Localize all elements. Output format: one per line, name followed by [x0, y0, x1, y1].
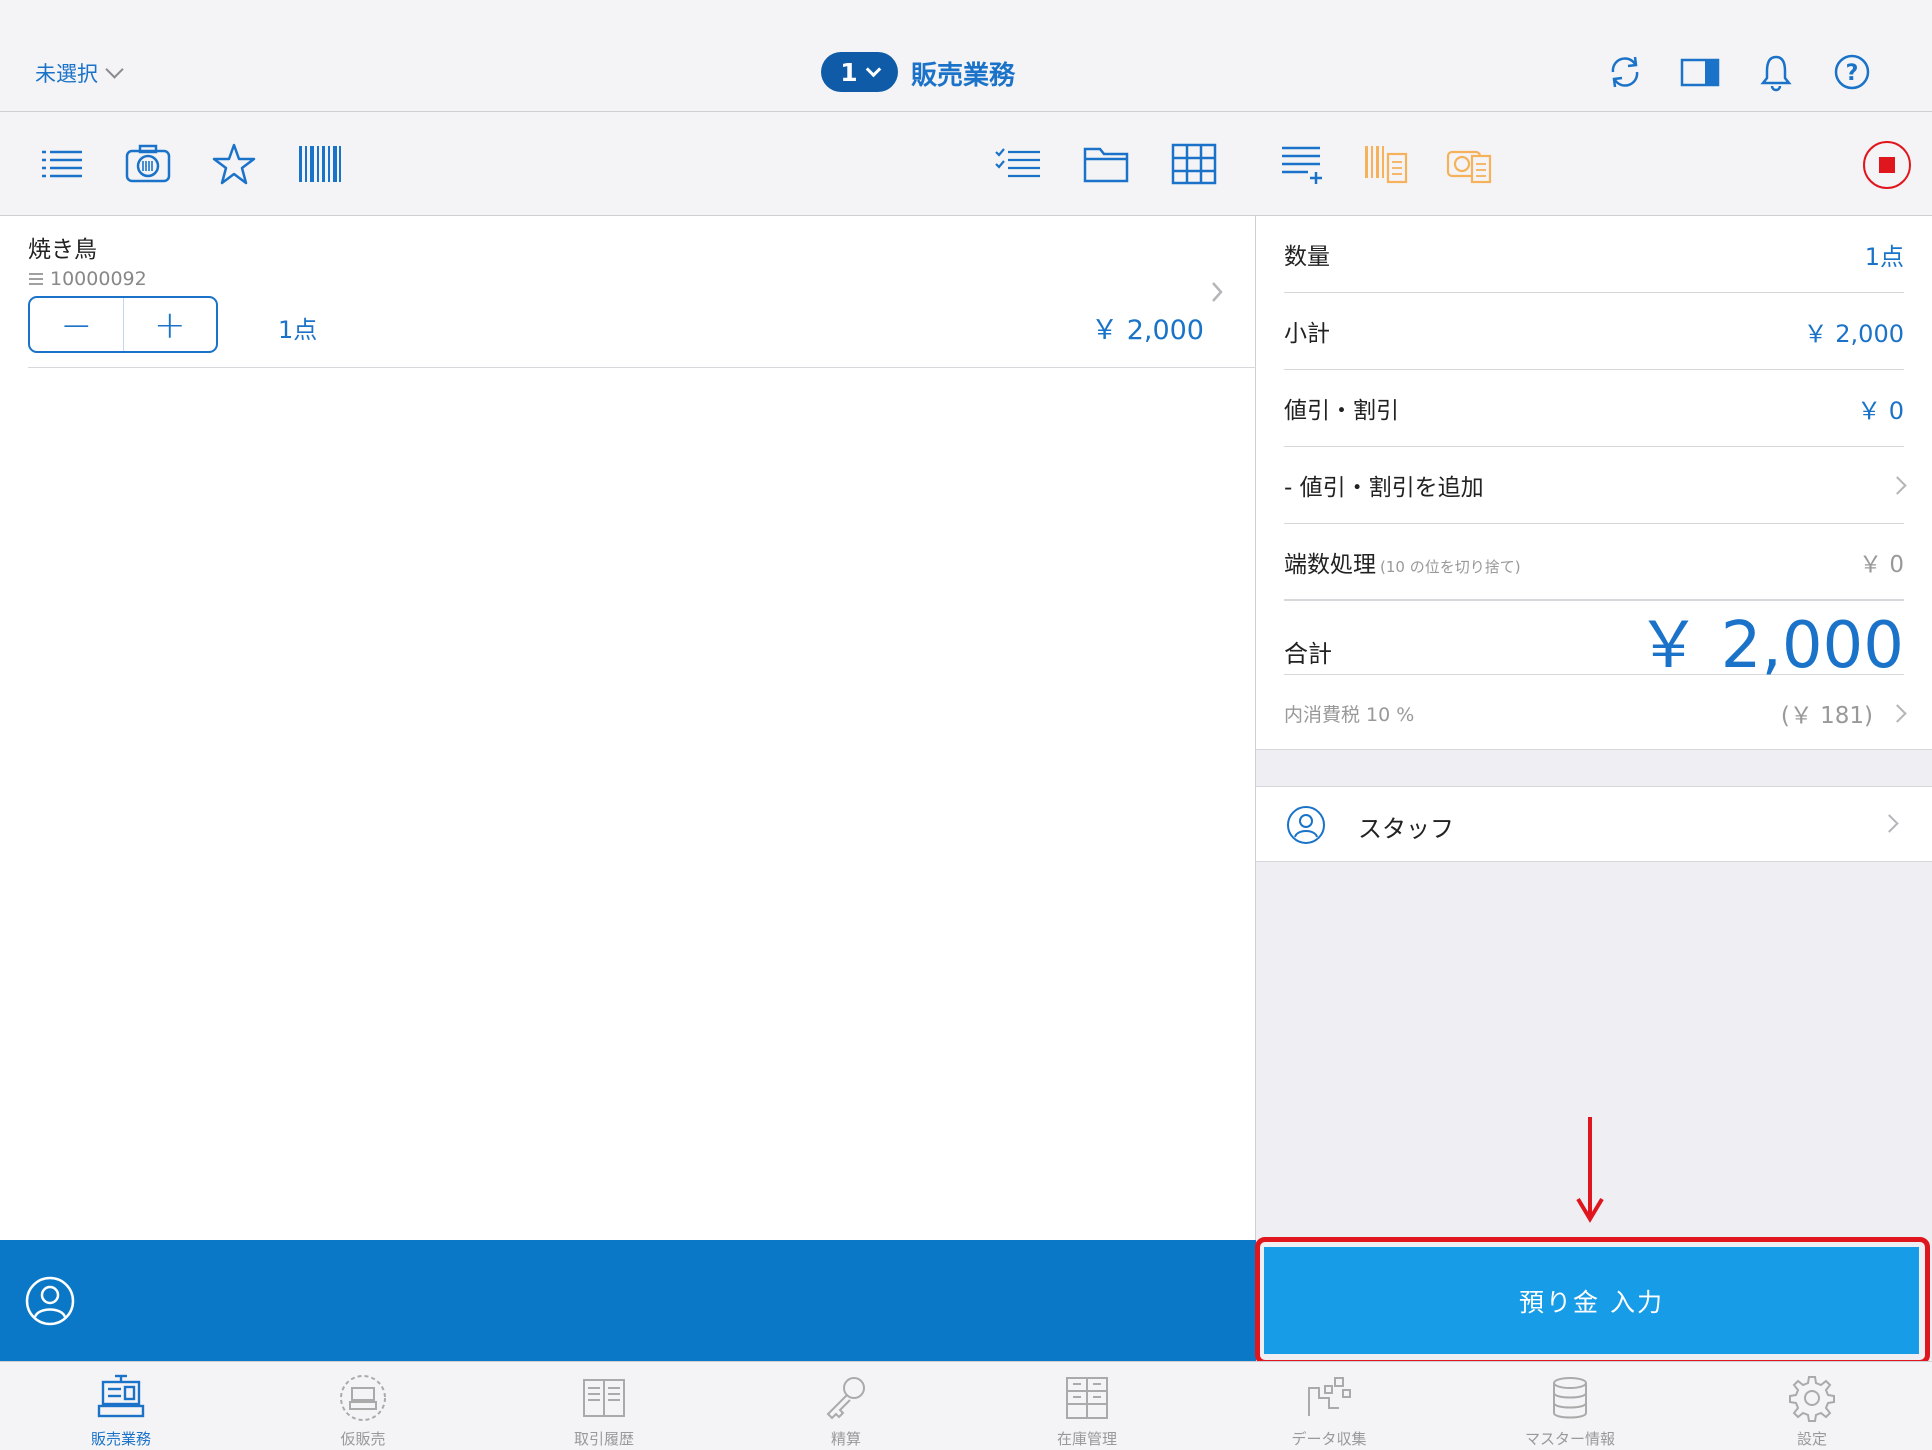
- quantity-stepper[interactable]: − +: [28, 296, 218, 353]
- rounding-row: 端数処理 (10 の位を切り捨て) ￥ 0: [1284, 524, 1904, 601]
- subtotal-label: 小計: [1284, 321, 1330, 347]
- grid-icon[interactable]: [1170, 142, 1218, 186]
- code-list-icon: [29, 273, 43, 285]
- increment-button[interactable]: +: [122, 298, 217, 351]
- deposit-input-button[interactable]: 預り金 入力: [1264, 1247, 1919, 1354]
- tab-history[interactable]: 取引履歴: [529, 1362, 679, 1450]
- quantity-label: 数量: [1284, 244, 1330, 270]
- tab-register[interactable]: 販売業務: [46, 1362, 196, 1450]
- staff-row[interactable]: スタッフ: [1256, 786, 1932, 862]
- star-icon[interactable]: [210, 142, 258, 186]
- arrow-down-annotation-icon: [1576, 1117, 1604, 1223]
- camera-receipt-icon[interactable]: [1446, 142, 1494, 186]
- discount-value: ￥ 0: [1857, 396, 1904, 425]
- help-icon[interactable]: ?: [1832, 52, 1872, 92]
- total-label: 合計: [1284, 640, 1332, 668]
- register-number: 1: [840, 57, 858, 87]
- add-list-icon[interactable]: [1278, 142, 1326, 186]
- tab-master[interactable]: マスター情報: [1495, 1362, 1645, 1450]
- data-collect-icon: [1308, 1377, 1351, 1416]
- chevron-right-icon: [1880, 814, 1899, 833]
- svg-text:?: ?: [1846, 61, 1859, 86]
- tab-settings[interactable]: 設定: [1737, 1362, 1887, 1450]
- add-discount-label: - 値引・割引を追加: [1284, 475, 1484, 501]
- rounding-label: 端数処理: [1284, 551, 1376, 578]
- tax-label: 内消費税 10 %: [1284, 703, 1415, 726]
- store-select-label: 未選択: [35, 62, 98, 86]
- tab-label: 仮販売: [340, 1430, 386, 1448]
- list-icon[interactable]: [38, 142, 86, 186]
- page-title: 販売業務: [911, 61, 1016, 91]
- decrement-button[interactable]: −: [30, 298, 123, 351]
- barcode-icon[interactable]: [296, 142, 344, 186]
- discount-label: 値引・割引: [1284, 398, 1399, 424]
- discount-row: 値引・割引 ￥ 0: [1284, 370, 1904, 447]
- chevron-right-icon: [1888, 475, 1907, 495]
- subtotal-value: ￥ 2,000: [1803, 319, 1904, 348]
- customer-bar: [0, 1240, 1256, 1361]
- item-name: 焼き鳥: [28, 237, 97, 263]
- tab-label: 販売業務: [90, 1430, 151, 1448]
- subtotal-row: 小計 ￥ 2,000: [1284, 293, 1904, 370]
- chevron-down-icon: [105, 59, 124, 79]
- rounding-value: ￥ 0: [1859, 551, 1904, 578]
- total-row: 合計 ￥ 2,000: [1284, 598, 1904, 683]
- tab-label: 精算: [830, 1430, 861, 1448]
- item-code: 10000092: [28, 268, 147, 290]
- register-selector[interactable]: 1: [821, 52, 898, 92]
- camera-barcode-icon[interactable]: [124, 142, 172, 186]
- quantity-value: 1点: [1864, 242, 1904, 271]
- item-price: ￥ 2,000: [1091, 315, 1204, 346]
- tab-settlement[interactable]: 精算: [771, 1362, 921, 1450]
- split-view-icon[interactable]: [1680, 52, 1720, 92]
- chevron-right-icon: [1888, 703, 1907, 723]
- add-discount-row[interactable]: - 値引・割引を追加: [1284, 447, 1907, 524]
- inventory-icon: [1066, 1377, 1108, 1419]
- bell-icon[interactable]: [1756, 52, 1796, 92]
- store-select[interactable]: 未選択: [35, 58, 124, 88]
- database-icon: [1553, 1377, 1587, 1419]
- tab-inventory[interactable]: 在庫管理: [1012, 1362, 1162, 1450]
- tab-label: 在庫管理: [1056, 1430, 1117, 1448]
- gear-icon: [1789, 1376, 1835, 1422]
- tab-data-collect[interactable]: データ収集: [1254, 1362, 1404, 1450]
- tax-value: (￥ 181): [1780, 703, 1873, 729]
- stop-icon[interactable]: [1862, 140, 1912, 190]
- summary-toolbar: [1256, 112, 1932, 216]
- staff-label: スタッフ: [1358, 815, 1454, 843]
- tab-label: 取引履歴: [573, 1430, 634, 1448]
- chevron-down-icon: [865, 61, 881, 77]
- tab-label: データ収集: [1291, 1430, 1367, 1448]
- staff-icon: [1287, 806, 1325, 844]
- tab-temp-register[interactable]: 仮販売: [288, 1362, 438, 1450]
- rounding-note: (10 の位を切り捨て): [1380, 557, 1521, 576]
- history-book-icon: [583, 1379, 625, 1417]
- tab-label: マスター情報: [1524, 1430, 1615, 1448]
- item-code-value: 10000092: [50, 268, 147, 290]
- folder-icon[interactable]: [1082, 142, 1130, 186]
- tab-bar: 販売業務 仮販売 取引履歴 精算 在庫管理 データ収集 マスター情報 設定: [0, 1361, 1932, 1449]
- quantity-row: 数量 1点: [1284, 216, 1904, 293]
- customer-icon[interactable]: [24, 1275, 76, 1327]
- key-icon: [826, 1377, 865, 1420]
- item-quantity: 1点: [278, 316, 318, 344]
- temp-register-icon: [340, 1375, 386, 1421]
- tab-label: 設定: [1796, 1430, 1827, 1448]
- barcode-receipt-icon[interactable]: [1362, 142, 1410, 186]
- product-toolbar: [0, 112, 1256, 216]
- app-root: 未選択 1 販売業務 ? 焼き鳥 10000092 − + 1点 ￥ 2,000…: [0, 0, 1932, 1449]
- sync-icon[interactable]: [1605, 52, 1645, 92]
- summary-divider-gray: [1256, 750, 1932, 786]
- top-bar: 未選択 1 販売業務 ?: [0, 0, 1932, 112]
- chevron-right-icon[interactable]: [1210, 280, 1224, 304]
- register-icon: [97, 1374, 145, 1418]
- tax-row[interactable]: 内消費税 10 % (￥ 181): [1284, 680, 1907, 746]
- total-value: ￥ 2,000: [1636, 609, 1904, 683]
- checklist-icon[interactable]: [994, 142, 1042, 186]
